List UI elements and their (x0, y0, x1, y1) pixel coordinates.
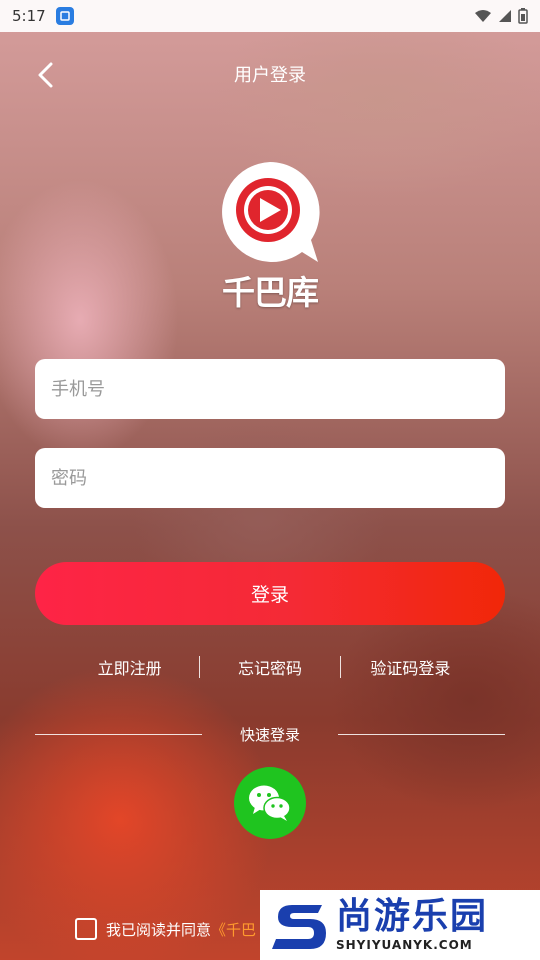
status-right-group (474, 8, 528, 24)
wechat-icon (249, 785, 291, 821)
wechat-login-button[interactable] (234, 767, 306, 839)
notification-app-icon (55, 7, 74, 25)
agreement-row: 我已阅读并同意 《千巴 (75, 916, 256, 942)
agreement-text: 我已阅读并同意 (106, 920, 212, 939)
wifi-icon (475, 10, 491, 22)
quick-login-divider: 快速登录 (35, 722, 506, 746)
quick-login-label: 快速登录 (240, 725, 301, 744)
divider-line (338, 733, 506, 735)
battery-icon (518, 8, 528, 24)
back-arrow-icon (38, 62, 53, 88)
agreement-checkbox[interactable] (75, 918, 97, 940)
watermark-logo-icon (272, 905, 326, 949)
back-button[interactable] (30, 58, 64, 92)
password-input[interactable] (35, 448, 505, 508)
agreement-link[interactable]: 《千巴 (211, 919, 256, 940)
logo-text: 千巴库 (222, 273, 319, 312)
status-bar: 5:17 (0, 0, 540, 32)
status-time: 5:17 (12, 7, 46, 25)
app-logo: 千巴库 (214, 158, 326, 312)
signal-icon (499, 10, 511, 22)
login-button[interactable]: 登录 (35, 562, 505, 625)
divider-line (35, 733, 202, 735)
logo-bubble (222, 162, 320, 262)
page-title: 用户登录 (234, 65, 306, 86)
watermark-subtitle: SHYIYUANYK.COM (336, 938, 473, 952)
register-link[interactable]: 立即注册 (60, 655, 199, 679)
watermark-title: 尚游乐园 (336, 896, 489, 937)
sms-login-link[interactable]: 验证码登录 (341, 655, 480, 679)
auth-links: 立即注册 忘记密码 验证码登录 (60, 652, 480, 682)
phone-input[interactable] (35, 359, 505, 419)
site-watermark: 尚游乐园 SHYIYUANYK.COM (260, 890, 540, 960)
forgot-password-link[interactable]: 忘记密码 (200, 655, 339, 679)
header: 用户登录 (0, 44, 540, 104)
